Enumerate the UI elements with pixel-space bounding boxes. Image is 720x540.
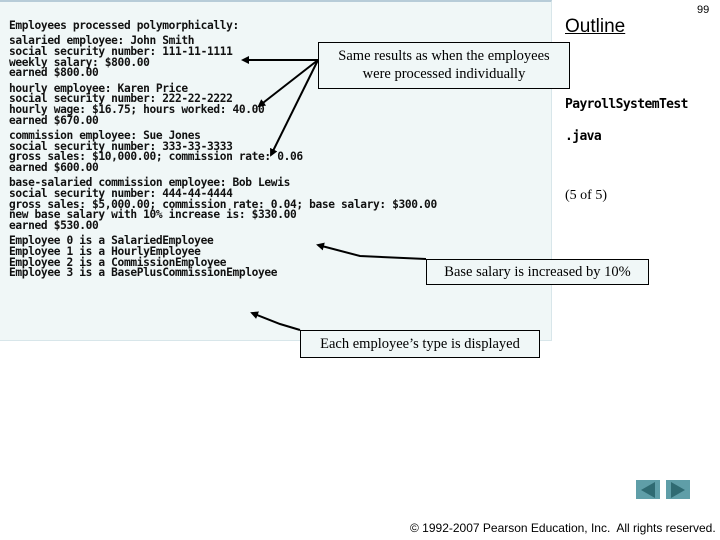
next-slide-button[interactable] (666, 480, 690, 499)
callout-same-results: Same results as when the employees were … (318, 42, 570, 89)
console-line: Employee 3 is a BasePlusCommissionEmploy… (9, 266, 278, 280)
callout-same-results-line1: Same results as when the employees (338, 48, 550, 64)
page-number: 99 (697, 4, 710, 16)
page-of-indicator: (5 of 5) (565, 188, 607, 203)
file-name-line2: .java (565, 129, 602, 144)
outline-title[interactable]: Outline (565, 16, 625, 38)
console-line: earned $670.00 (9, 113, 99, 127)
file-name-line1: PayrollSystemTest (565, 97, 688, 112)
copyright-notice: © 1992-2007 Pearson Education, Inc. All … (410, 521, 716, 535)
console-line: earned $600.00 (9, 161, 99, 175)
previous-slide-button[interactable] (636, 480, 660, 499)
file-name: PayrollSystemTest .java (565, 89, 688, 153)
console-line: earned $530.00 (9, 219, 99, 233)
triangle-right-icon (671, 481, 685, 498)
callout-type-displayed: Each employee’s type is displayed (300, 330, 540, 358)
callout-same-results-line2: were processed individually (362, 66, 526, 82)
console-line: Employees processed polymorphically: (9, 19, 239, 32)
callout-base-salary: Base salary is increased by 10% (426, 259, 649, 285)
triangle-left-icon (641, 481, 655, 498)
